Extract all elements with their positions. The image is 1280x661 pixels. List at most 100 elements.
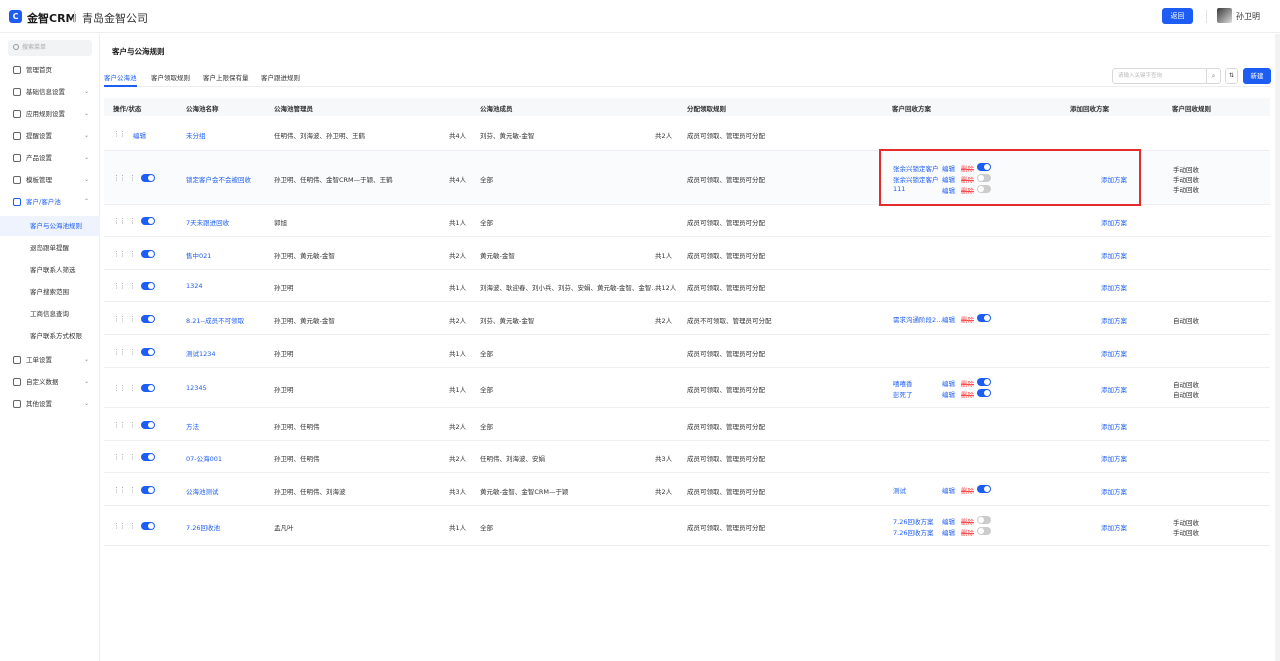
pool-name-link[interactable]: 测试1234 xyxy=(186,348,216,358)
sidebar-item-search-scope[interactable]: 客户搜索范围 xyxy=(0,282,100,302)
recycle-plan-link[interactable]: 需求沟通阶段2… xyxy=(893,314,943,324)
sidebar-item-reminders[interactable]: 提醒设置 ⌄ xyxy=(0,126,100,146)
recycle-plan-link[interactable]: 测试 xyxy=(893,485,906,495)
more-icon[interactable]: ⋮ xyxy=(129,486,136,494)
recycle-plan-link[interactable]: 嘻嘻香 xyxy=(893,378,913,388)
pool-name-link[interactable]: 公海池测试 xyxy=(186,486,219,496)
sidebar-item-custom-data[interactable]: 自定义数据 ⌄ xyxy=(0,372,100,392)
status-toggle[interactable] xyxy=(141,249,155,258)
drag-handle-icon[interactable]: ⋮⋮ xyxy=(113,348,126,356)
drag-handle-icon[interactable]: ⋮⋮ xyxy=(113,282,126,290)
add-plan-link[interactable]: 添加方案 xyxy=(1101,217,1127,227)
plan-delete-link[interactable]: 删除 xyxy=(961,378,974,388)
pool-name-link[interactable]: 8.21--成员不可领取 xyxy=(186,315,244,325)
drag-handle-icon[interactable]: ⋮⋮ xyxy=(113,486,126,494)
sidebar-item-customers[interactable]: 客户/客户池 ⌃ xyxy=(0,192,100,212)
add-plan-link[interactable]: 添加方案 xyxy=(1101,282,1127,292)
sidebar-item-contact-permission[interactable]: 客户联系方式权限 xyxy=(0,326,100,346)
recycle-plan-link[interactable]: 彭死了 xyxy=(893,389,913,399)
drag-handle-icon[interactable]: ⋮⋮ xyxy=(113,453,126,461)
status-toggle[interactable] xyxy=(141,314,155,323)
pool-name-link[interactable]: 12345 xyxy=(186,384,207,392)
more-icon[interactable]: ⋮ xyxy=(129,522,136,530)
plan-delete-link[interactable]: 删除 xyxy=(961,527,974,537)
sidebar-item-home[interactable]: 管理首页 xyxy=(0,60,100,80)
plan-edit-link[interactable]: 编辑 xyxy=(942,389,955,399)
sidebar-item-customer-pool-rules[interactable]: 客户与公海池规则 xyxy=(0,216,100,236)
sidebar-search-input[interactable]: 搜索菜单 xyxy=(8,40,92,56)
add-plan-link[interactable]: 添加方案 xyxy=(1101,315,1127,325)
more-icon[interactable]: ⋮ xyxy=(129,384,136,392)
sidebar-item-contact-filter[interactable]: 客户联系人筛选 xyxy=(0,260,100,280)
plan-delete-link[interactable]: 删除 xyxy=(961,314,974,324)
more-icon[interactable]: ⋮ xyxy=(129,282,136,290)
status-toggle[interactable] xyxy=(141,453,155,461)
status-toggle[interactable] xyxy=(141,282,155,290)
plan-edit-link[interactable]: 编辑 xyxy=(942,378,955,388)
tab-claim-rules[interactable]: 客户领取规则 xyxy=(151,72,190,87)
search-icon[interactable]: ⌕ xyxy=(1206,68,1221,84)
plan-edit-link[interactable]: 编辑 xyxy=(942,527,955,537)
drag-handle-icon[interactable]: ⋮⋮ xyxy=(113,250,126,258)
pool-name-link[interactable]: 1324 xyxy=(186,282,203,290)
plan-toggle[interactable] xyxy=(977,314,991,322)
drag-handle-icon[interactable]: ⋮⋮ xyxy=(113,421,126,429)
plan-delete-link[interactable]: 删除 xyxy=(961,485,974,495)
tab-follow-rules[interactable]: 客户跟进规则 xyxy=(261,72,300,87)
new-button[interactable]: 新建 xyxy=(1243,68,1271,84)
tab-public-pool[interactable]: 客户公海池 xyxy=(104,72,137,87)
sidebar-item-templates[interactable]: 模板管理 ⌄ xyxy=(0,170,100,190)
more-icon[interactable]: ⋮ xyxy=(129,250,136,258)
status-toggle[interactable] xyxy=(141,522,155,530)
drag-handle-icon[interactable]: ⋮⋮ xyxy=(113,315,126,323)
plan-edit-link[interactable]: 编辑 xyxy=(942,516,955,526)
drag-handle-icon[interactable]: ⋮⋮ xyxy=(113,130,126,138)
plan-toggle[interactable] xyxy=(977,378,991,386)
plan-toggle[interactable] xyxy=(977,516,991,524)
pool-name-link[interactable]: 售中021 xyxy=(186,250,211,260)
back-button[interactable]: 返回 xyxy=(1162,8,1193,24)
plan-toggle[interactable] xyxy=(977,485,991,493)
add-plan-link[interactable]: 添加方案 xyxy=(1101,453,1127,463)
plan-edit-link[interactable]: 编辑 xyxy=(942,314,955,324)
plan-toggle[interactable] xyxy=(977,527,991,535)
status-toggle[interactable] xyxy=(141,217,155,225)
add-plan-link[interactable]: 添加方案 xyxy=(1101,421,1127,431)
add-plan-link[interactable]: 添加方案 xyxy=(1101,250,1127,260)
add-plan-link[interactable]: 添加方案 xyxy=(1101,348,1127,358)
user-name[interactable]: 孙卫明 xyxy=(1236,11,1260,22)
pool-name-link[interactable]: 未分组 xyxy=(186,130,206,140)
sidebar-item-other[interactable]: 其他设置 ⌄ xyxy=(0,394,100,414)
pool-name-link[interactable]: 7.26回收池 xyxy=(186,522,220,532)
plan-delete-link[interactable]: 删除 xyxy=(961,389,974,399)
sidebar-item-basic-settings[interactable]: 基础信息设置 ⌄ xyxy=(0,82,100,102)
more-icon[interactable]: ⋮ xyxy=(129,315,136,323)
pool-name-link[interactable]: 锁定客户会不会被回收 xyxy=(186,174,251,184)
plan-toggle[interactable] xyxy=(977,389,991,397)
sidebar-item-tickets[interactable]: 工单设置 ⌄ xyxy=(0,350,100,370)
sidebar-item-products[interactable]: 产品设置 ⌄ xyxy=(0,148,100,168)
drag-handle-icon[interactable]: ⋮⋮ xyxy=(113,522,126,530)
drag-handle-icon[interactable]: ⋮⋮ xyxy=(113,174,126,182)
status-toggle[interactable] xyxy=(141,420,155,429)
sort-icon[interactable]: ⇅ xyxy=(1225,68,1238,84)
sidebar-item-business-info[interactable]: 工商信息查询 xyxy=(0,304,100,324)
more-icon[interactable]: ⋮ xyxy=(129,421,136,429)
status-toggle[interactable] xyxy=(141,174,155,182)
plan-delete-link[interactable]: 删除 xyxy=(961,516,974,526)
pool-name-link[interactable]: 方法 xyxy=(186,421,199,431)
more-icon[interactable]: ⋮ xyxy=(129,174,136,182)
add-plan-link[interactable]: 添加方案 xyxy=(1101,486,1127,496)
recycle-plan-link[interactable]: 7.26回收方案 xyxy=(893,527,933,537)
sidebar-item-app-rules[interactable]: 应用规则设置 ⌄ xyxy=(0,104,100,124)
keyword-search-input[interactable]: 请输入关键字查询 xyxy=(1112,68,1207,84)
add-plan-link[interactable]: 添加方案 xyxy=(1101,522,1127,532)
sidebar-item-return-reminder[interactable]: 退岛跟单提醒 xyxy=(0,238,100,258)
add-plan-link[interactable]: 添加方案 xyxy=(1101,384,1127,394)
status-toggle[interactable] xyxy=(141,485,155,494)
drag-handle-icon[interactable]: ⋮⋮ xyxy=(113,384,126,392)
pool-name-link[interactable]: 07-公海001 xyxy=(186,453,222,463)
tab-holding-limit[interactable]: 客户上限保有量 xyxy=(203,72,249,87)
more-icon[interactable]: ⋮ xyxy=(129,348,136,356)
plan-edit-link[interactable]: 编辑 xyxy=(942,485,955,495)
